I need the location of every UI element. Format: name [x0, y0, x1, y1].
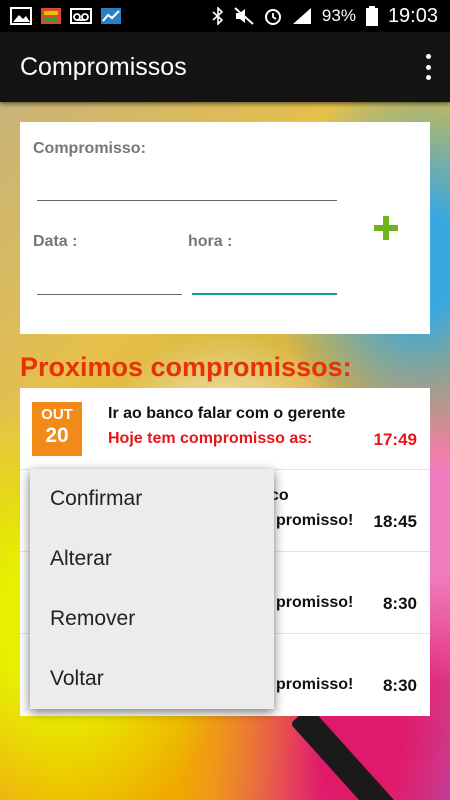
clock: 19:03: [387, 4, 438, 27]
battery-icon: [365, 6, 378, 26]
appointment-time: 17:49: [373, 430, 417, 449]
image-icon: [10, 7, 32, 25]
date-badge: OUT 20: [32, 402, 82, 456]
hora-input[interactable]: [192, 265, 337, 291]
action-bar: Compromissos: [0, 32, 450, 102]
app-icon: [41, 8, 61, 24]
voicemail-icon: [70, 8, 92, 24]
hora-underline: [192, 293, 337, 295]
context-menu: Confirmar Alterar Remover Voltar: [30, 469, 274, 709]
menu-item-confirmar[interactable]: Confirmar: [30, 469, 274, 529]
compromisso-label: Compromisso:: [33, 140, 146, 157]
status-bar: 93% 19:03: [0, 0, 450, 32]
appointment-time: 8:30: [382, 676, 417, 695]
app-title: Compromissos: [20, 52, 187, 81]
add-appointment-button[interactable]: [372, 214, 400, 242]
appointment-subtitle: promisso!: [276, 676, 354, 693]
data-input[interactable]: [37, 265, 182, 291]
appointment-title: Ir ao banco falar com o gerente: [108, 405, 346, 422]
upcoming-title: Proximos compromissos:: [20, 352, 352, 382]
data-label: Data :: [33, 233, 78, 250]
signal-icon: [292, 8, 311, 24]
date-day: 20: [45, 424, 69, 447]
compromisso-input[interactable]: [37, 172, 337, 198]
compromisso-underline: [37, 200, 337, 201]
mute-icon: [234, 7, 254, 25]
chart-icon: [101, 8, 121, 24]
alarm-icon: [264, 9, 281, 25]
date-month: OUT: [41, 406, 73, 423]
overflow-menu-icon[interactable]: [424, 54, 432, 80]
data-underline: [37, 294, 182, 295]
appointment-subtitle: Hoje tem compromisso as:: [108, 430, 313, 447]
clock-hand-decoration: [290, 706, 397, 800]
appointment-subtitle: promisso!: [276, 512, 354, 529]
hora-label: hora :: [188, 233, 233, 250]
menu-item-remover[interactable]: Remover: [30, 589, 274, 649]
appointment-time: 8:30: [382, 594, 417, 613]
menu-item-voltar[interactable]: Voltar: [30, 649, 274, 709]
appointment-form: Compromisso: Data : hora :: [20, 122, 430, 334]
list-item[interactable]: OUT 20 Ir ao banco falar com o gerente H…: [20, 388, 430, 470]
appointment-subtitle: promisso!: [276, 594, 354, 611]
appointment-time: 18:45: [373, 512, 417, 531]
menu-item-alterar[interactable]: Alterar: [30, 529, 274, 589]
bluetooth-icon: [212, 7, 224, 25]
battery-percent: 93%: [321, 6, 356, 25]
